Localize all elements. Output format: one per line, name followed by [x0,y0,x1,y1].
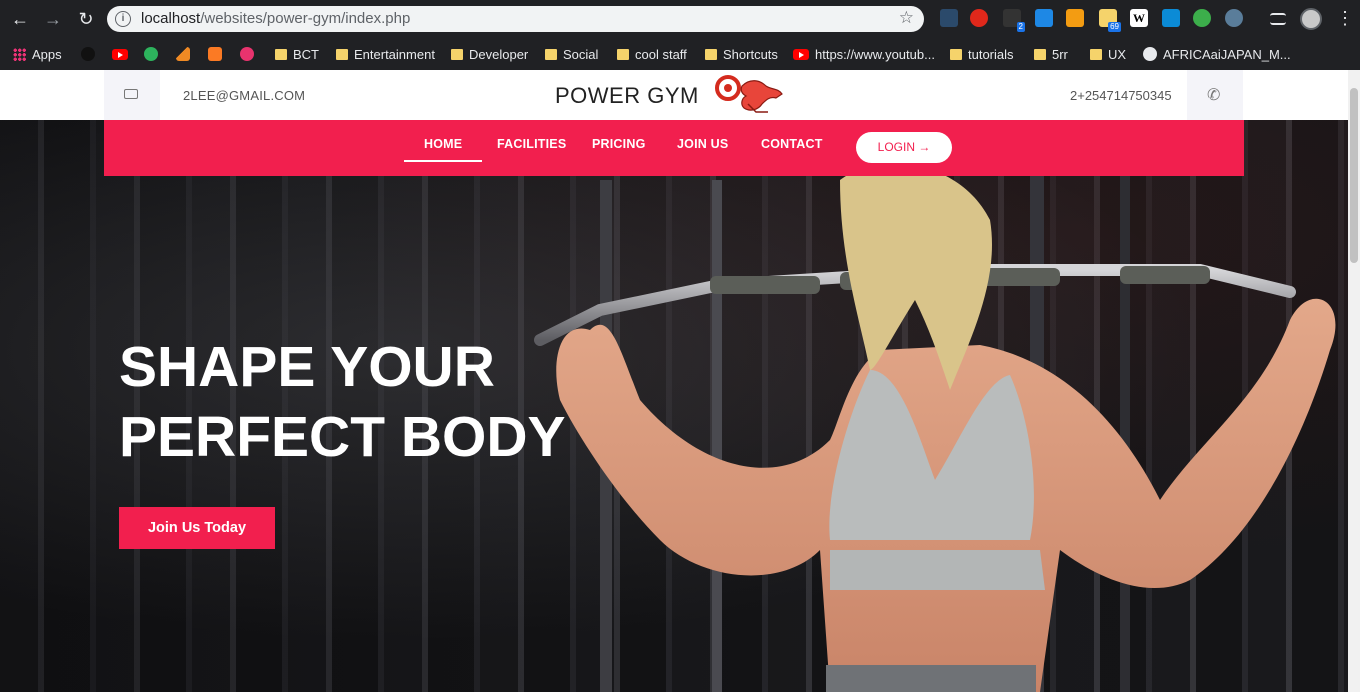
bookmark-folder-developer[interactable]: Developer [451,44,528,64]
extension-icon-todo[interactable] [1162,9,1180,27]
folder-icon [545,48,557,60]
folder-icon [1034,48,1046,60]
extension-icon-screenshot[interactable] [1035,9,1053,27]
scrollbar-thumb[interactable] [1350,88,1358,263]
hero-headline: SHAPE YOUR PERFECT BODY [119,332,566,472]
bookmark-folder-entertainment[interactable]: Entertainment [336,44,435,64]
browser-menu-icon[interactable]: ⋮ [1336,8,1354,28]
folder-icon [617,48,629,60]
bookmark-xampp[interactable] [208,44,222,64]
bookmark-ft[interactable] [144,44,158,64]
hero-section: SHAPE YOUR PERFECT BODY Join Us Today [0,120,1348,692]
bookmark-folder-cool-staff[interactable]: cool staff [617,44,687,64]
apps-grid-icon [13,47,26,61]
page-scrollbar[interactable] [1348,70,1360,692]
github-icon [81,47,95,61]
reload-icon[interactable]: ↻ [75,8,97,30]
xampp-icon [208,47,222,61]
folder-icon [950,48,962,60]
globe-icon [1143,47,1157,61]
bookmark-mountain[interactable] [176,44,190,64]
extension-badge: 69 [1108,22,1121,32]
extension-icon-2[interactable]: 2 [1003,9,1025,32]
mail-icon-box [104,70,160,120]
contact-email[interactable]: 2LEE@GMAIL.COM [183,88,305,103]
mountain-icon [176,47,190,61]
youtube-icon [112,48,128,60]
extension-icon-java[interactable] [940,9,958,27]
url-text[interactable]: localhost/websites/power-gym/index.php [141,10,410,27]
bookmark-folder-5rr[interactable]: 5rr [1034,44,1068,64]
bookmark-apps[interactable]: Apps [13,44,62,64]
extension-icon-sublime[interactable] [1066,9,1084,27]
phone-icon-box: ✆ [1187,70,1243,120]
folder-icon [336,48,348,60]
site-topbar: 2LEE@GMAIL.COM POWER GYM 2+254714750345 … [0,70,1360,120]
bookmark-youtube[interactable] [112,44,128,64]
folder-icon [705,48,717,60]
address-bar[interactable]: i localhost/websites/power-gym/index.php… [107,6,924,32]
folder-icon [451,48,463,60]
mail-icon [124,89,138,99]
main-navigation: HOME FACILITIES PRICING JOIN US CONTACT … [104,120,1244,176]
browser-toolbar: ← → ↻ i localhost/websites/power-gym/ind… [0,0,1360,38]
bookmark-africa-japan[interactable]: AFRICAaiJAPAN_M... [1143,44,1291,64]
nav-pricing[interactable]: PRICING [592,137,646,151]
hero-headline-line1: SHAPE YOUR [119,335,495,399]
back-icon[interactable]: ← [9,8,31,30]
phone-icon: ✆ [1207,87,1221,104]
ft-icon [144,47,158,61]
nav-join-us[interactable]: JOIN US [677,137,728,151]
extension-icon-earth[interactable] [1193,9,1211,27]
bookmark-youtube-link[interactable]: https://www.youtub... [793,44,935,64]
extension-icon-cloud[interactable] [1225,9,1243,27]
gym-logo[interactable] [712,74,784,116]
forward-icon[interactable]: → [42,8,64,30]
bookmarks-bar: Apps BCT Entertainment Developer Social … [0,38,1360,70]
login-button[interactable]: LOGIN → [856,132,952,163]
bookmark-folder-ux[interactable]: UX [1090,44,1126,64]
bookmark-circle-c[interactable] [240,44,254,64]
circle-c-icon [240,47,254,61]
bookmark-folder-tutorials[interactable]: tutorials [950,44,1014,64]
nav-home[interactable]: HOME [403,137,483,162]
profile-avatar[interactable] [1300,8,1322,30]
join-us-today-button[interactable]: Join Us Today [119,507,275,549]
bookmark-folder-shortcuts[interactable]: Shortcuts [705,44,778,64]
contact-phone[interactable]: 2+254714750345 [1070,88,1172,103]
folder-icon [275,48,287,60]
website-viewport: 2LEE@GMAIL.COM POWER GYM 2+254714750345 … [0,70,1360,692]
site-brand[interactable]: POWER GYM [555,83,699,109]
folder-icon [1090,48,1102,60]
site-info-icon[interactable]: i [115,11,131,27]
bookmark-github[interactable] [81,44,95,64]
hero-headline-line2: PERFECT BODY [119,405,566,469]
extension-icon-69[interactable]: 69 [1099,9,1121,32]
nav-facilities[interactable]: FACILITIES [497,137,566,151]
extension-badge: 2 [1016,22,1025,32]
nav-contact[interactable]: CONTACT [761,137,823,151]
bookmark-folder-bct[interactable]: BCT [275,44,319,64]
bookmark-folder-social[interactable]: Social [545,44,598,64]
bookmark-star-icon[interactable]: ☆ [899,8,914,28]
youtube-icon [793,48,809,60]
extension-icon-wikipedia[interactable]: W [1130,9,1148,27]
extension-icon-adblock[interactable] [970,9,988,27]
media-queue-icon[interactable] [1270,13,1286,25]
